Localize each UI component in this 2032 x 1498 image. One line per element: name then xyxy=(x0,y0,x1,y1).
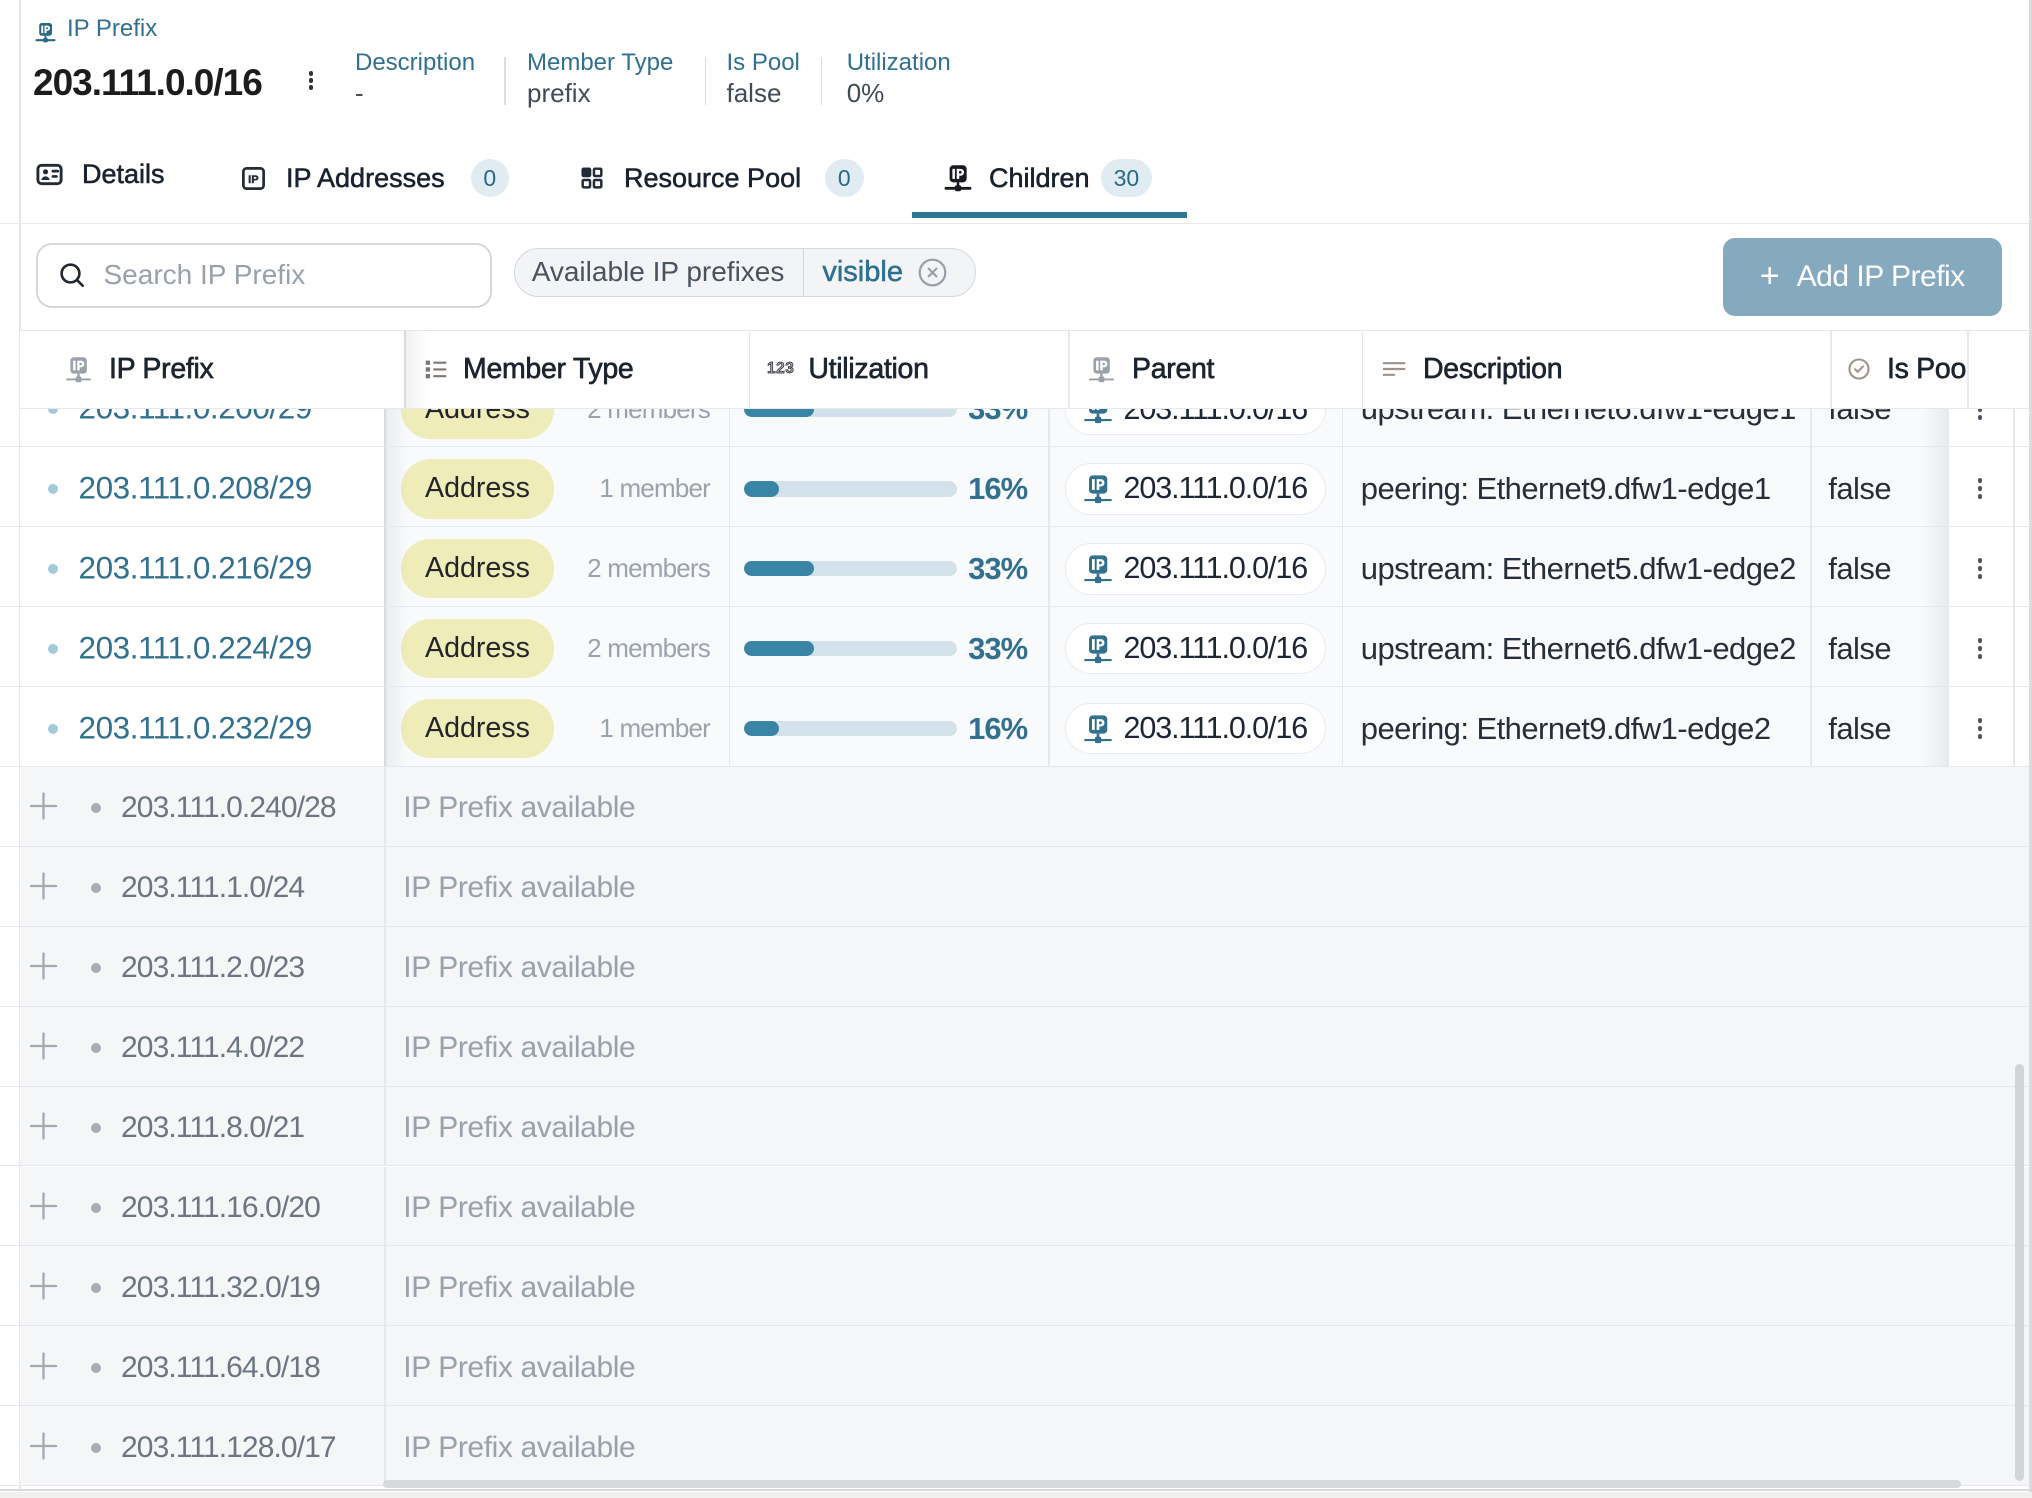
svg-text:IP: IP xyxy=(248,173,259,185)
